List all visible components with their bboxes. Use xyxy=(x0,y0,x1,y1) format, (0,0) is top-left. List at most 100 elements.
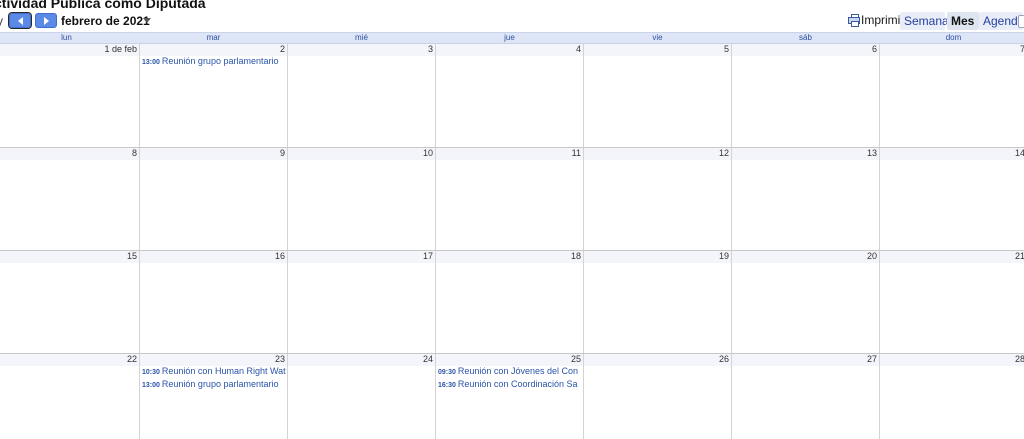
day-number[interactable]: 22 xyxy=(127,354,137,365)
day-number-strip xyxy=(584,354,731,366)
day-number[interactable]: 3 xyxy=(428,44,433,55)
day-cell[interactable]: 26 xyxy=(584,354,731,439)
weekday-label: sáb xyxy=(799,33,812,42)
day-number-strip xyxy=(584,148,731,160)
tab-month[interactable]: Mes xyxy=(947,12,979,30)
day-number[interactable]: 13 xyxy=(867,148,877,159)
day-number[interactable]: 25 xyxy=(571,354,581,365)
day-cell[interactable]: 21 xyxy=(880,251,1024,353)
day-number[interactable]: 8 xyxy=(132,148,137,159)
day-cell[interactable]: 16 xyxy=(140,251,287,353)
day-number[interactable]: 6 xyxy=(872,44,877,55)
day-cell[interactable]: 4 xyxy=(436,44,583,147)
next-month-button[interactable] xyxy=(35,13,57,28)
day-number[interactable]: 23 xyxy=(275,354,285,365)
day-cell[interactable]: 19 xyxy=(584,251,731,353)
print-button[interactable]: Imprimir xyxy=(848,13,904,27)
day-number[interactable]: 21 xyxy=(1015,251,1024,262)
day-cell[interactable]: 27 xyxy=(732,354,879,439)
day-number[interactable]: 9 xyxy=(280,148,285,159)
day-number[interactable]: 5 xyxy=(724,44,729,55)
day-cell[interactable]: 9 xyxy=(140,148,287,250)
day-number[interactable]: 11 xyxy=(572,148,581,159)
day-number[interactable]: 12 xyxy=(719,148,729,159)
weekday-label: vie xyxy=(652,33,663,42)
calendar-event[interactable]: 09:30 Reunión con Jóvenes del Con xyxy=(438,366,582,378)
day-cell[interactable]: 3 xyxy=(288,44,435,147)
day-cell[interactable]: 6 xyxy=(732,44,879,147)
day-cell[interactable]: 22 xyxy=(0,354,139,439)
day-cell[interactable]: 10 xyxy=(288,148,435,250)
day-cell[interactable]: 1 de feb xyxy=(0,44,139,147)
day-cell[interactable]: 5 xyxy=(584,44,731,147)
day-number[interactable]: 24 xyxy=(423,354,433,365)
event-time: 13:00 xyxy=(142,382,160,389)
day-cell[interactable]: 8 xyxy=(0,148,139,250)
day-number-strip xyxy=(0,251,139,263)
day-number-strip xyxy=(732,354,879,366)
day-cell[interactable]: 24 xyxy=(288,354,435,439)
day-number[interactable]: 17 xyxy=(423,251,433,262)
day-number-strip xyxy=(584,251,731,263)
weekday-label: jue xyxy=(504,33,515,42)
event-title: Reunión con Coordinación Sa xyxy=(457,379,578,389)
day-number-strip xyxy=(436,251,583,263)
tab-week[interactable]: Semana xyxy=(900,12,949,30)
calendar-event[interactable]: 13:00 Reunión grupo parlamentario xyxy=(142,56,286,68)
event-time: 13:00 xyxy=(142,59,160,66)
day-cell[interactable]: 11 xyxy=(436,148,583,250)
tab-agenda[interactable]: Agenda xyxy=(979,12,1024,30)
day-cell[interactable]: 15 xyxy=(0,251,139,353)
day-number[interactable]: 28 xyxy=(1015,354,1024,365)
day-number-strip xyxy=(732,251,879,263)
day-number[interactable]: 19 xyxy=(719,251,729,262)
day-cell[interactable]: 28 xyxy=(880,354,1024,439)
day-number-strip xyxy=(436,44,583,56)
day-cell[interactable]: 23 10:30 Reunión con Human Right Watch 13:0… xyxy=(140,354,287,439)
event-time: 16:30 xyxy=(438,382,456,389)
previous-month-button[interactable] xyxy=(8,12,32,29)
calendar-event[interactable]: 13:00 Reunión grupo parlamentario xyxy=(142,379,286,391)
day-number[interactable]: 15 xyxy=(127,251,137,262)
day-number[interactable]: 7 xyxy=(1020,44,1024,55)
calendar-settings-icon[interactable] xyxy=(1018,15,1024,28)
day-number-strip xyxy=(880,251,1024,263)
calendar-event[interactable]: 10:30 Reunión con Human Right Watch xyxy=(142,366,286,378)
day-number[interactable]: 27 xyxy=(867,354,877,365)
day-number[interactable]: 10 xyxy=(423,148,433,159)
calendar-title: ctividad Pública como Diputada xyxy=(0,0,206,11)
day-cell[interactable]: 14 xyxy=(880,148,1024,250)
day-number-strip xyxy=(288,354,435,366)
day-cell[interactable]: 12 xyxy=(584,148,731,250)
day-number-strip xyxy=(732,44,879,56)
weekday-label: mar xyxy=(206,33,221,42)
day-number[interactable]: 16 xyxy=(275,251,285,262)
day-number-strip xyxy=(880,44,1024,56)
day-cell[interactable]: 25 09:30 Reunión con Jóvenes del Con 16:30 R… xyxy=(436,354,583,439)
day-cell[interactable]: 18 xyxy=(436,251,583,353)
day-number[interactable]: 4 xyxy=(576,44,581,55)
day-number[interactable]: 20 xyxy=(867,251,877,262)
day-number[interactable]: 26 xyxy=(719,354,729,365)
day-number-strip xyxy=(288,148,435,160)
day-number[interactable]: 18 xyxy=(571,251,581,262)
event-title: Reunión grupo parlamentario xyxy=(161,379,279,389)
day-cell[interactable]: 17 xyxy=(288,251,435,353)
day-number[interactable]: 14 xyxy=(1015,148,1024,159)
current-month-label: febrero de 2021 xyxy=(61,14,150,28)
day-number-strip xyxy=(732,148,879,160)
day-number[interactable]: 2 xyxy=(280,44,285,55)
chevron-down-icon[interactable] xyxy=(143,18,151,23)
day-cell[interactable]: 20 xyxy=(732,251,879,353)
today-button[interactable]: y xyxy=(0,14,3,28)
day-number-strip xyxy=(0,148,139,160)
weekday-label: dom xyxy=(945,33,962,42)
day-cell[interactable]: 7 xyxy=(880,44,1024,147)
month-grid: 1 de feb 2 13:00 Reunión grupo parlamentari… xyxy=(0,43,1024,439)
day-cell[interactable]: 2 13:00 Reunión grupo parlamentario xyxy=(140,44,287,147)
day-number[interactable]: 1 de feb xyxy=(104,44,137,55)
event-title: Reunión grupo parlamentario xyxy=(161,56,279,66)
day-number-strip xyxy=(140,148,287,160)
day-cell[interactable]: 13 xyxy=(732,148,879,250)
calendar-event[interactable]: 16:30 Reunión con Coordinación Sa xyxy=(438,379,582,391)
